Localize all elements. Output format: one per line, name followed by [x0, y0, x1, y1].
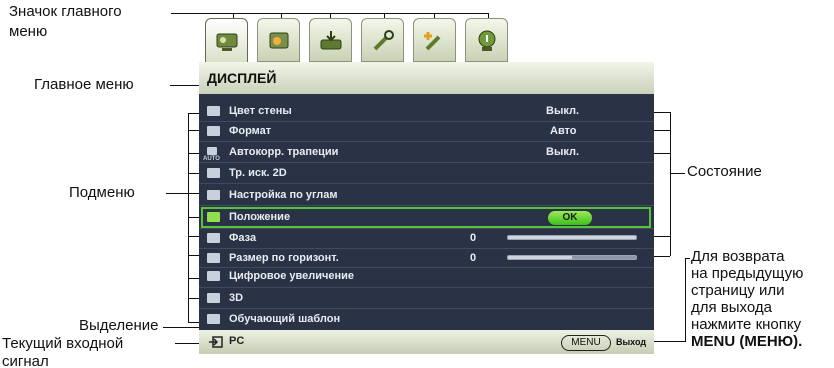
digital-zoom-icon [207, 271, 220, 281]
menu-item-digital-zoom[interactable]: Цифровое увеличение [199, 267, 654, 286]
2d-keystone-icon [207, 168, 220, 178]
picture-icon [269, 32, 289, 49]
menu-item-label: Формат [229, 125, 272, 137]
leader-line [188, 255, 199, 256]
callout-back-line3: страницу или [691, 282, 785, 299]
menu-item-label: Цвет стены [229, 105, 292, 117]
leader-line [188, 217, 199, 218]
display-icon [216, 33, 238, 51]
tab-system-advanced[interactable] [413, 18, 456, 62]
leader-line [188, 193, 199, 194]
phase-icon [207, 233, 220, 243]
tab-information[interactable] [465, 18, 508, 62]
menu-item-corner-fit[interactable]: Настройка по углам [199, 186, 654, 205]
menu-item-format[interactable]: Формат Авто [199, 122, 654, 141]
position-icon [207, 212, 220, 222]
callout-main-menu: Главное меню [34, 76, 134, 93]
callout-back-line1: Для возврата [691, 248, 785, 265]
menu-item-label: Тр. иск. 2D [229, 167, 287, 179]
tab-picture[interactable] [257, 18, 300, 62]
phase-slider[interactable] [507, 235, 637, 240]
exit-label: Выход [616, 337, 647, 347]
leader-line [175, 343, 199, 344]
menu-item-teaching-template[interactable]: Обучающий шаблон [199, 310, 654, 329]
callout-current-input-line1: Текущий входной [2, 335, 124, 352]
menu-item-2d-keystone[interactable]: Тр. иск. 2D [199, 164, 654, 183]
tab-system-basic[interactable] [361, 18, 404, 62]
leader-line [670, 173, 685, 174]
information-icon [478, 30, 496, 51]
callout-back-line6: MENU (МЕНЮ). [691, 333, 803, 350]
callout-current-input-line2: сигнал [2, 354, 49, 368]
callout-back-line4: для выхода [691, 299, 772, 316]
ok-button[interactable]: OK [548, 211, 592, 225]
keystone-icon [207, 147, 217, 155]
menu-item-label: Обучающий шаблон [229, 313, 341, 325]
callout-back-line2: на предыдущую [691, 265, 804, 282]
row-divider [199, 205, 654, 206]
menu-item-value: Выкл. [546, 146, 580, 158]
leader-line [670, 112, 671, 256]
menu-key-button[interactable]: MENU [561, 335, 611, 351]
menu-item-3d[interactable]: 3D [199, 289, 654, 308]
wall-color-icon [207, 106, 220, 116]
menu-item-label: Настройка по углам [229, 189, 338, 201]
tab-display[interactable] [205, 18, 248, 64]
leader-line [188, 173, 199, 174]
callout-submenu: Подменю [69, 184, 135, 201]
leader-line [170, 85, 199, 86]
callout-highlight: Выделение [79, 317, 159, 334]
source-icon [320, 31, 342, 50]
h-size-slider[interactable] [507, 255, 637, 260]
system-setup-basic-icon [373, 30, 394, 51]
h-size-icon [207, 253, 220, 263]
row-divider [199, 183, 654, 184]
menu-item-label: Цифровое увеличение [229, 270, 355, 282]
leader-line [188, 130, 199, 131]
menu-item-keystone[interactable]: AUTO Автокорр. трапеции Выкл. [199, 143, 654, 162]
callout-main-menu-icon-line1: Значок главного [9, 3, 122, 20]
menu-item-label: Фаза [229, 232, 257, 244]
menu-title-bar: ДИСПЛЕЙ [199, 62, 654, 94]
menu-item-value: 0 [470, 252, 477, 264]
current-input-label: PC [229, 335, 245, 347]
corner-fit-icon [207, 190, 220, 200]
row-divider [199, 141, 654, 142]
leader-line [188, 322, 199, 323]
leader-line [685, 258, 686, 342]
callout-main-menu-icon-line2: меню [9, 23, 48, 40]
system-setup-advanced-icon [424, 32, 441, 51]
leader-line [188, 113, 189, 323]
menu-item-label: 3D [229, 292, 244, 304]
input-source-icon [209, 336, 223, 348]
row-divider [199, 162, 654, 163]
leader-line [188, 298, 199, 299]
callout-back-line5: нажмите кнопку [691, 316, 802, 333]
leader-line [188, 113, 199, 114]
menu-item-label: Положение [229, 211, 291, 223]
leader-line [188, 236, 199, 237]
leader-line [685, 258, 690, 259]
leader-line [166, 193, 188, 194]
menu-item-value: 0 [470, 232, 477, 244]
tab-source[interactable] [309, 18, 352, 62]
3d-icon [207, 293, 220, 303]
menu-item-wall-color[interactable]: Цвет стены Выкл. [199, 102, 654, 121]
menu-title: ДИСПЛЕЙ [207, 70, 277, 86]
menu-item-label: Автокорр. трапеции [229, 146, 339, 158]
menu-item-value: Авто [550, 125, 577, 137]
leader-line [188, 278, 199, 279]
row-divider [199, 308, 654, 309]
menu-item-label: Размер по горизонт. [229, 252, 339, 264]
callout-status: Состояние [687, 163, 762, 180]
aspect-ratio-icon [207, 126, 220, 136]
menu-item-value: Выкл. [546, 105, 580, 117]
row-divider [199, 287, 654, 288]
leader-line [188, 153, 199, 154]
teaching-template-icon [207, 314, 220, 324]
